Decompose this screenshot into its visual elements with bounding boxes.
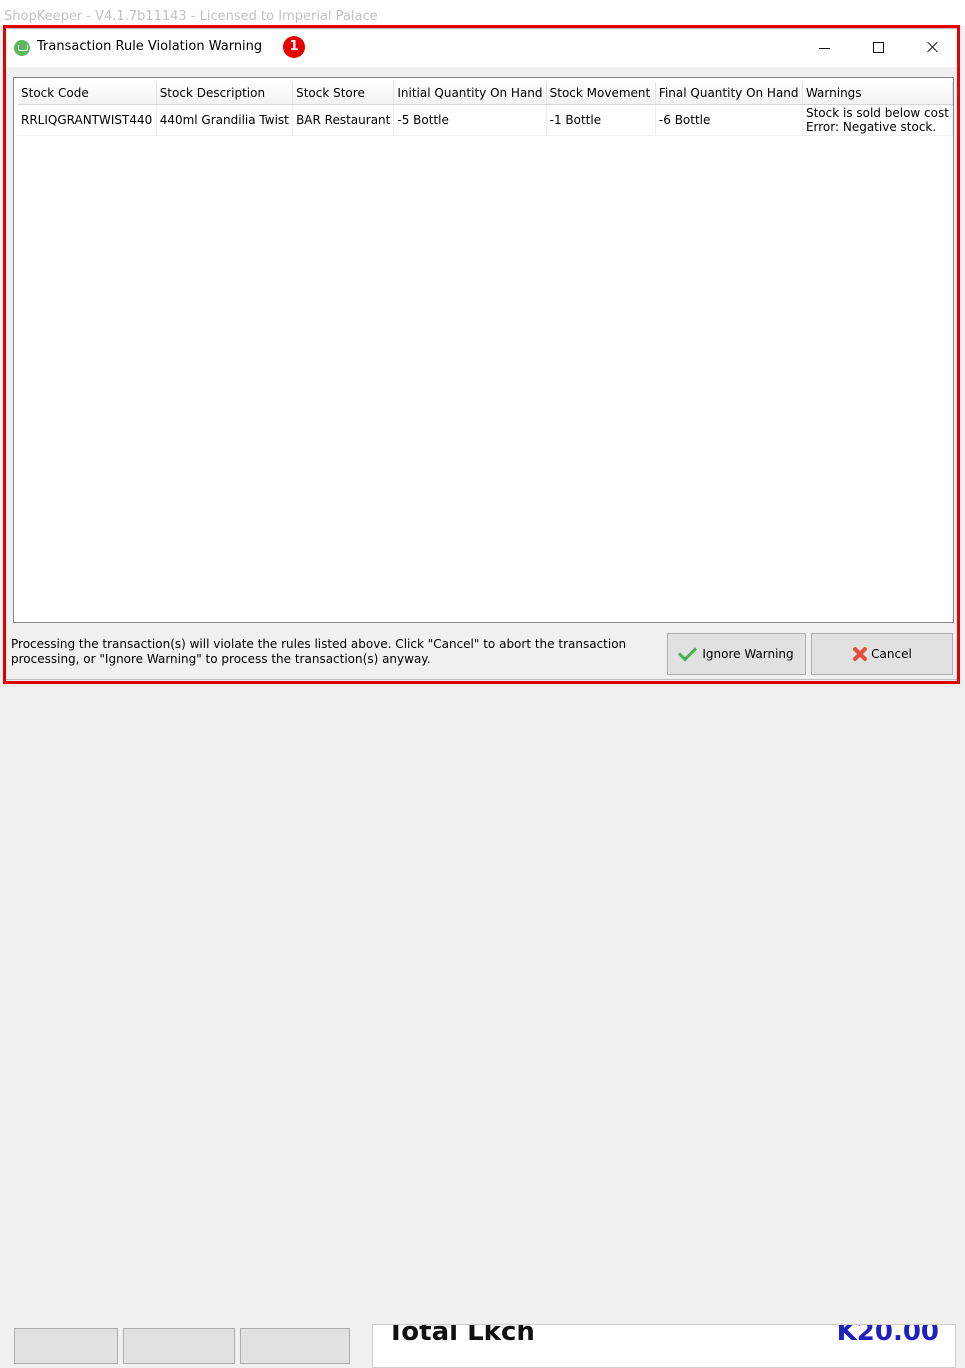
cell-warnings: Stock is sold below cost Error: Negative… (802, 104, 953, 136)
background-cashup-button[interactable] (240, 1328, 350, 1364)
dialog-titlebar[interactable]: Transaction Rule Violation Warning 1 (6, 29, 957, 67)
background-total-panel: Total Lkch K20.00 (372, 1324, 956, 1368)
background-window-title: ShopKeeper - V4.1.7b11143 - Licensed to … (0, 0, 965, 26)
shopkeeper-app-icon (14, 40, 30, 56)
cell-final-quantity: -6 Bottle (655, 104, 803, 136)
check-icon (678, 642, 698, 662)
warning-below-cost: Stock is sold below cost (805, 106, 949, 120)
transaction-warning-dialog: Transaction Rule Violation Warning 1 Sto… (5, 28, 958, 680)
cell-stock-movement: -1 Bottle (546, 104, 656, 136)
ignore-warning-button[interactable]: Ignore Warning (667, 633, 806, 675)
column-header-stock-store[interactable]: Stock Store (292, 82, 395, 105)
cell-initial-quantity: -5 Bottle (393, 104, 547, 136)
cell-stock-description: 440ml Grandilia Twist (156, 104, 294, 136)
violations-grid[interactable]: Stock Code Stock Description Stock Store… (13, 77, 954, 623)
background-total-amount: K20.00 (836, 1324, 939, 1347)
dialog-title: Transaction Rule Violation Warning (37, 39, 263, 54)
close-icon[interactable] (910, 33, 956, 63)
table-header-row: Stock Code Stock Description Stock Store… (18, 82, 953, 105)
minimize-icon[interactable] (802, 33, 848, 63)
cancel-button[interactable]: Cancel (811, 633, 953, 675)
background-print-button[interactable] (123, 1328, 235, 1364)
column-header-initial-quantity[interactable]: Initial Quantity On Hand (393, 82, 547, 105)
cell-stock-store: BAR Restaurant (292, 104, 395, 136)
column-header-stock-description[interactable]: Stock Description (156, 82, 294, 105)
cell-stock-code: RRLIQGRANTWIST440 (18, 104, 157, 136)
annotation-badge: 1 (283, 36, 305, 58)
maximize-icon[interactable] (856, 33, 902, 63)
column-header-final-quantity[interactable]: Final Quantity On Hand (655, 82, 803, 105)
background-logout-button[interactable] (14, 1328, 118, 1364)
footer-message: Processing the transaction(s) will viola… (11, 637, 627, 666)
table-row[interactable]: RRLIQGRANTWIST440 440ml Grandilia Twist … (18, 104, 953, 136)
ignore-warning-label: Ignore Warning (702, 647, 794, 661)
cancel-label: Cancel (871, 647, 912, 661)
background-total-label: Total Lkch (387, 1324, 535, 1347)
warning-negative-stock: Error: Negative stock. (805, 120, 937, 134)
cancel-x-icon (852, 646, 868, 662)
column-header-stock-code[interactable]: Stock Code (18, 82, 157, 105)
column-header-warnings[interactable]: Warnings (802, 82, 953, 105)
column-header-stock-movement[interactable]: Stock Movement (546, 82, 656, 105)
violations-table: Stock Code Stock Description Stock Store… (18, 82, 953, 136)
